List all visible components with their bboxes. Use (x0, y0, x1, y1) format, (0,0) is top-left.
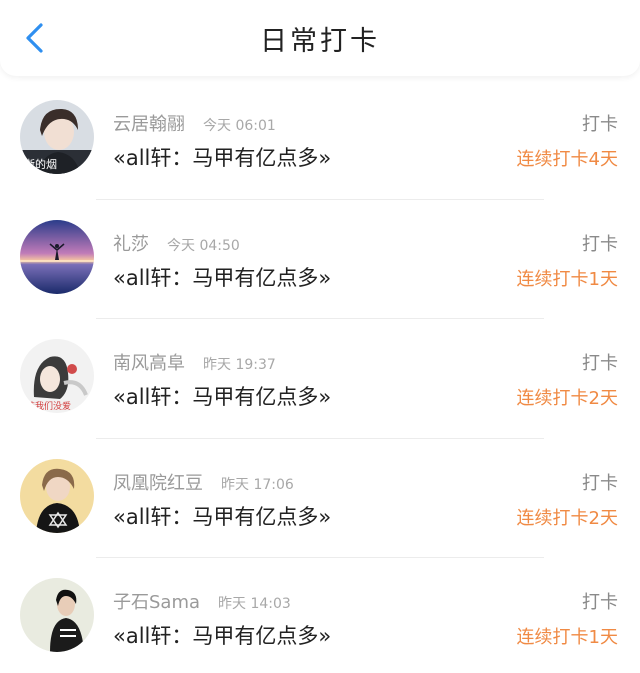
avatar-caption: 装我们没爱 (26, 400, 71, 412)
checkin-button[interactable]: 打卡 (582, 349, 618, 375)
checkin-button[interactable]: 打卡 (582, 230, 618, 256)
user-name[interactable]: 礼莎 (113, 230, 149, 256)
avatar-image (20, 458, 94, 533)
chevron-left-icon (26, 23, 43, 53)
avatar-image (20, 578, 94, 652)
avatar[interactable] (20, 219, 94, 294)
item-meta: 礼莎 今天 04:50 (113, 230, 240, 256)
page-title: 日常打卡 (260, 25, 380, 57)
timestamp: 今天 06:01 (203, 118, 276, 134)
checkin-list: 逝的烟 云居翰翮 今天 06:01 «all轩：马甲有亿点多» 打卡 连续打卡4… (0, 76, 640, 673)
list-item[interactable]: 礼莎 今天 04:50 «all轩：马甲有亿点多» 打卡 连续打卡1天 (0, 200, 640, 319)
item-meta: 凤凰院红豆 昨天 17:06 (113, 469, 294, 495)
timestamp: 昨天 14:03 (218, 596, 291, 612)
avatar-caption: 逝的烟 (24, 157, 57, 171)
user-name[interactable]: 凤凰院红豆 (113, 469, 203, 495)
back-button[interactable] (14, 18, 54, 58)
checkin-button[interactable]: 打卡 (582, 588, 618, 614)
avatar[interactable]: 逝的烟 (20, 100, 94, 174)
timestamp: 昨天 19:37 (203, 357, 276, 373)
streak-label: 连续打卡1天 (516, 268, 618, 290)
timestamp: 昨天 17:06 (221, 476, 294, 493)
item-meta: 子石Sama 昨天 14:03 (113, 588, 291, 614)
avatar-image (20, 219, 94, 294)
user-name[interactable]: 子石Sama (113, 588, 200, 614)
top-bar: 日常打卡 (0, 0, 640, 76)
avatar[interactable] (20, 578, 94, 652)
list-item[interactable]: 装我们没爱 南风高阜 昨天 19:37 «all轩：马甲有亿点多» 打卡 连续打… (0, 319, 640, 439)
list-item[interactable]: 子石Sama 昨天 14:03 «all轩：马甲有亿点多» 打卡 连续打卡1天 (0, 558, 640, 673)
streak-label: 连续打卡1天 (516, 627, 618, 648)
streak-label: 连续打卡2天 (516, 507, 618, 529)
timestamp: 今天 04:50 (167, 237, 240, 254)
streak-label: 连续打卡2天 (516, 388, 618, 409)
user-name[interactable]: 南风高阜 (113, 349, 185, 375)
book-title[interactable]: «all轩：马甲有亿点多» (113, 381, 331, 411)
checkin-button[interactable]: 打卡 (582, 110, 618, 136)
avatar[interactable]: 装我们没爱 (20, 339, 94, 413)
book-title[interactable]: «all轩：马甲有亿点多» (113, 620, 331, 650)
avatar-image: 逝的烟 (20, 100, 94, 174)
streak-label: 连续打卡4天 (516, 149, 618, 170)
user-name[interactable]: 云居翰翮 (113, 110, 185, 136)
book-title[interactable]: «all轩：马甲有亿点多» (113, 142, 331, 172)
list-item[interactable]: 凤凰院红豆 昨天 17:06 «all轩：马甲有亿点多» 打卡 连续打卡2天 (0, 439, 640, 558)
book-title[interactable]: «all轩：马甲有亿点多» (113, 501, 331, 531)
checkin-button[interactable]: 打卡 (582, 469, 618, 495)
page: 日常打卡 逝的烟 云居翰翮 今天 06:01 «all轩：马甲有亿点多» 打卡 (0, 0, 640, 673)
list-item[interactable]: 逝的烟 云居翰翮 今天 06:01 «all轩：马甲有亿点多» 打卡 连续打卡4… (0, 80, 640, 200)
item-meta: 南风高阜 昨天 19:37 (113, 349, 276, 375)
item-meta: 云居翰翮 今天 06:01 (113, 110, 276, 136)
avatar-image: 装我们没爱 (20, 339, 94, 413)
avatar[interactable] (20, 458, 94, 533)
book-title[interactable]: «all轩：马甲有亿点多» (113, 262, 331, 292)
